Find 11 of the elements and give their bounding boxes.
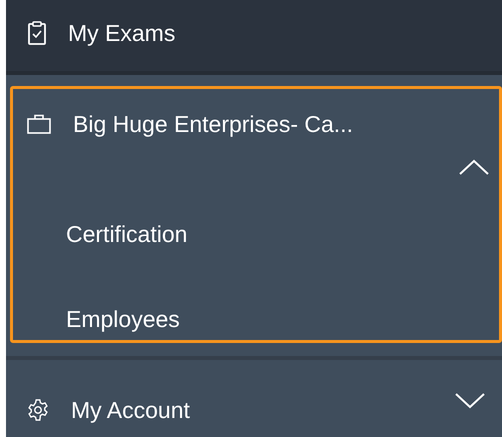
menu-label: Big Huge Enterprises- Ca... xyxy=(73,110,353,138)
clipboard-check-icon xyxy=(28,21,46,45)
gear-icon xyxy=(27,399,49,421)
submenu-item[interactable]: Certification xyxy=(13,219,188,249)
menu-label: My Exams xyxy=(68,20,176,46)
menu-item[interactable]: My Exams xyxy=(6,0,502,75)
briefcase-icon xyxy=(27,114,51,134)
chevron-up-icon[interactable] xyxy=(459,159,489,175)
submenu-item[interactable]: Employees xyxy=(13,304,180,334)
menu-label: My Account xyxy=(71,396,190,424)
chevron-down-icon[interactable] xyxy=(455,393,485,409)
